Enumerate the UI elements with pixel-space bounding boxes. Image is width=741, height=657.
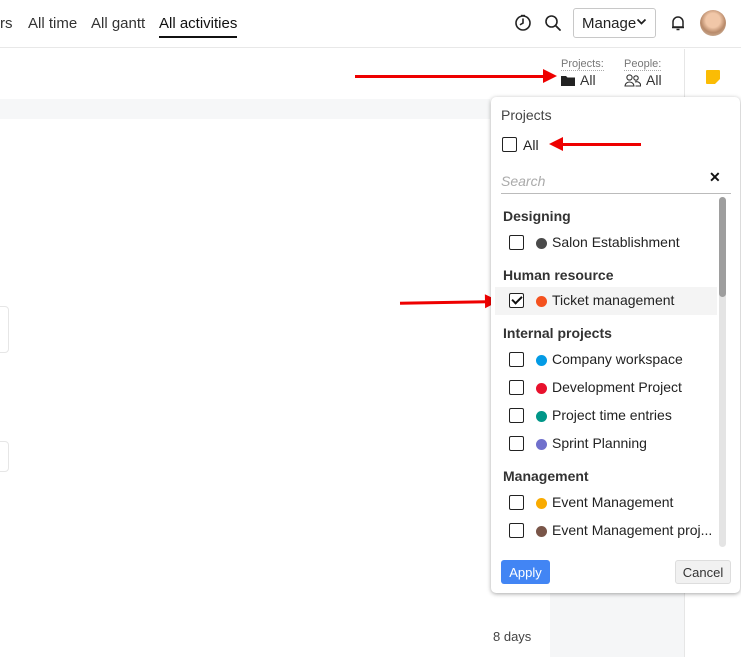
header-strip <box>0 99 490 119</box>
item-label: Salon Establishment <box>552 234 680 250</box>
annotation-arrow <box>399 300 488 305</box>
annotation-arrow <box>549 137 641 151</box>
checkbox[interactable] <box>509 352 524 367</box>
manage-label: Manage <box>582 14 637 32</box>
group-header: Internal projects <box>503 325 612 341</box>
tab-all-activities[interactable]: All activities <box>159 15 238 38</box>
search-icon[interactable] <box>542 12 564 34</box>
list-item[interactable]: Project time entries <box>495 402 717 430</box>
list-item[interactable]: Ticket management <box>495 287 717 315</box>
list-item[interactable]: Event Management <box>495 489 717 517</box>
top-nav-bar: rs All time All gantt All activities Man… <box>0 0 741 48</box>
tab-partial[interactable]: rs <box>0 15 13 32</box>
people-filter-value: All <box>646 72 662 88</box>
cancel-button[interactable]: Cancel <box>675 560 731 584</box>
project-list: Designing Salon Establishment Human reso… <box>491 197 719 547</box>
projects-dropdown: Projects All ✕ Designing Salon Establish… <box>491 97 740 593</box>
bell-icon[interactable] <box>667 12 689 34</box>
folder-icon <box>561 75 575 86</box>
user-avatar[interactable] <box>700 10 726 36</box>
checkbox[interactable] <box>509 408 524 423</box>
all-checkbox[interactable] <box>502 137 517 152</box>
checkbox[interactable] <box>509 293 524 308</box>
item-label: Company workspace <box>552 351 683 367</box>
tab-all-time[interactable]: All time <box>28 15 77 32</box>
item-label: Project time entries <box>552 407 672 423</box>
color-dot <box>536 383 547 394</box>
chevron-down-icon <box>636 18 647 25</box>
checkbox[interactable] <box>509 380 524 395</box>
annotation-arrow <box>355 69 557 83</box>
timeline-column <box>550 590 684 657</box>
item-label: Development Project <box>552 379 682 395</box>
list-item[interactable]: Salon Establishment <box>495 229 717 257</box>
partial-card <box>0 306 9 353</box>
checkbox[interactable] <box>509 235 524 250</box>
all-label[interactable]: All <box>523 137 539 153</box>
sticky-note-icon[interactable] <box>706 70 720 84</box>
list-item[interactable]: Development Project <box>495 374 717 402</box>
item-label: Event Management proj... <box>552 522 713 538</box>
projects-filter-label: Projects: <box>561 58 604 71</box>
color-dot <box>536 296 547 307</box>
people-filter-label: People: <box>624 58 662 71</box>
apply-button[interactable]: Apply <box>501 560 550 584</box>
search-input[interactable] <box>501 168 731 194</box>
projects-filter-button[interactable]: All <box>561 72 596 88</box>
duration-text: 8 days <box>493 629 532 644</box>
item-label: Sprint Planning <box>552 435 647 451</box>
group-header: Management <box>503 468 589 484</box>
close-icon[interactable]: ✕ <box>709 169 721 186</box>
item-label: Event Management <box>552 494 674 510</box>
color-dot <box>536 439 547 450</box>
color-dot <box>536 526 547 537</box>
projects-filter-value: All <box>580 72 596 88</box>
group-header: Designing <box>503 208 571 224</box>
group-header: Human resource <box>503 267 614 283</box>
list-item[interactable]: Event Management proj... <box>495 517 717 545</box>
list-item[interactable]: Company workspace <box>495 346 717 374</box>
color-dot <box>536 498 547 509</box>
list-item[interactable]: Sprint Planning <box>495 430 717 458</box>
people-icon <box>624 73 641 87</box>
checkbox[interactable] <box>509 436 524 451</box>
color-dot <box>536 238 547 249</box>
scrollbar-thumb[interactable] <box>719 197 726 297</box>
timer-icon[interactable] <box>512 12 534 34</box>
color-dot <box>536 411 547 422</box>
checkbox[interactable] <box>509 495 524 510</box>
tab-all-gantt[interactable]: All gantt <box>91 15 145 32</box>
dropdown-title: Projects <box>501 107 552 123</box>
manage-dropdown[interactable]: Manage <box>573 8 656 38</box>
item-label: Ticket management <box>552 292 675 308</box>
partial-card <box>0 441 9 472</box>
color-dot <box>536 355 547 366</box>
people-filter-button[interactable]: All <box>624 72 662 88</box>
checkbox[interactable] <box>509 523 524 538</box>
